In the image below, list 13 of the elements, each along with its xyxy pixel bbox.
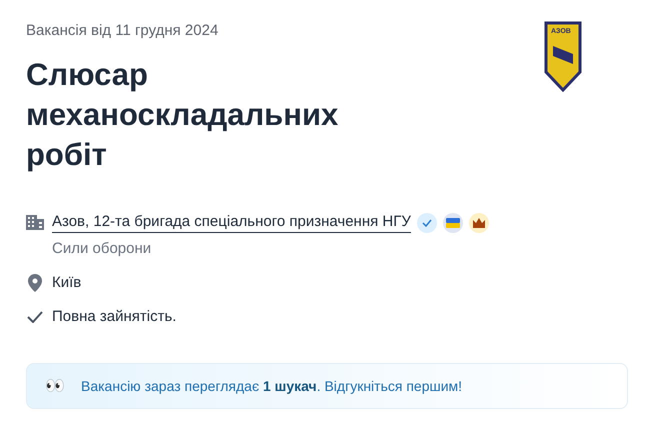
crown-icon — [468, 212, 489, 232]
viewers-message: Вакансію зараз переглядає 1 шукач. Відгукніться першим! — [81, 377, 462, 396]
employment-type: Повна зайнятість. — [52, 307, 176, 327]
posting-date: Вакансія від 11 грудня 2024 — [26, 21, 220, 41]
company-link[interactable]: Азов, 12-та бригада спеціального призначення НГУ — [52, 212, 411, 233]
company-category: Сили оборони — [52, 239, 152, 259]
location-text: Київ — [52, 273, 82, 293]
eyes-icon: 👀 — [45, 376, 65, 396]
flag-icon — [442, 212, 463, 232]
job-title: Слюсар механоскладальних робіт — [26, 56, 340, 174]
location-pin-icon — [26, 273, 44, 293]
building-icon — [26, 212, 44, 232]
shield-icon — [543, 20, 583, 92]
